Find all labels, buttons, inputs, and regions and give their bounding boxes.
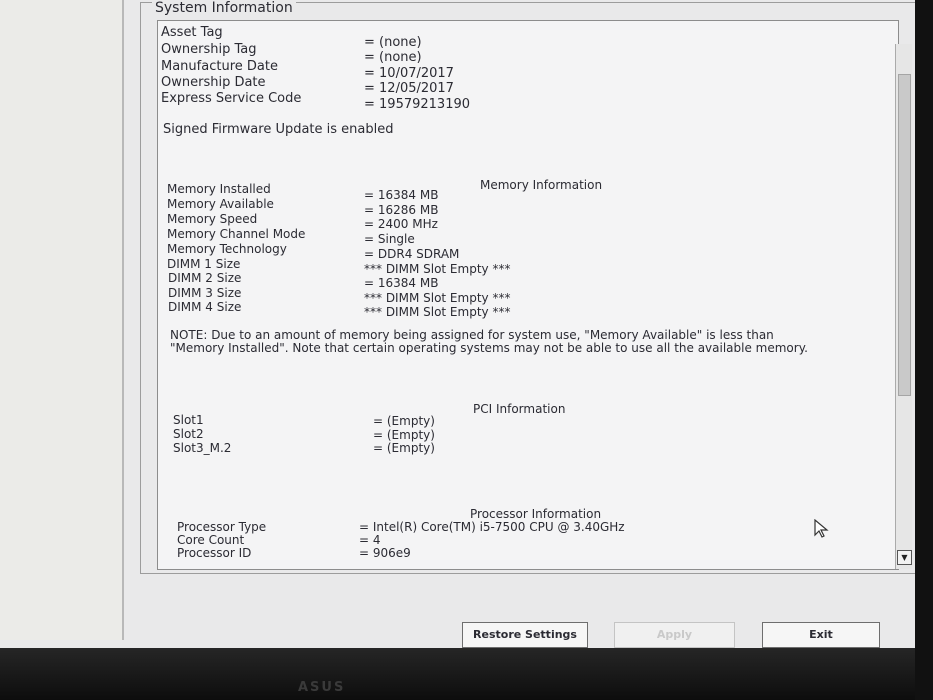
info-value: = 19579213190: [364, 97, 471, 112]
info-value: = (Empty): [373, 441, 435, 455]
info-value: = 16384 MB: [364, 188, 439, 202]
mouse-pointer-icon: [814, 519, 829, 538]
info-value: *** DIMM Slot Empty ***: [364, 305, 511, 319]
info-label: Memory Installed: [167, 182, 271, 196]
info-label: Memory Channel Mode: [167, 227, 306, 241]
info-value: = 906e9: [359, 546, 411, 560]
info-value: = 16384 MB: [364, 276, 439, 290]
signed-firmware-status: Signed Firmware Update is enabled: [163, 122, 394, 137]
exit-button[interactable]: Exit: [762, 622, 880, 648]
group-title: System Information: [152, 0, 296, 16]
info-label: Memory Technology: [167, 242, 287, 256]
info-value: *** DIMM Slot Empty ***: [364, 291, 511, 305]
vertical-scrollbar[interactable]: ▼: [895, 44, 912, 569]
info-value: = 2400 MHz: [364, 217, 438, 231]
pci-section-title: PCI Information: [473, 402, 566, 416]
processor-section-title: Processor Information: [470, 507, 602, 521]
monitor-bezel-right: [915, 0, 933, 700]
info-value: = 12/05/2017: [364, 81, 454, 96]
memory-note: NOTE: Due to an amount of memory being a…: [170, 328, 808, 355]
bios-screen: System Information Asset Tag = (none) Ow…: [0, 0, 931, 672]
info-value: = (Empty): [373, 414, 435, 428]
info-label: Slot3_M.2: [173, 441, 232, 455]
info-label: Express Service Code: [161, 91, 302, 106]
settings-tree-panel: [0, 0, 124, 640]
info-label: Processor ID: [177, 546, 252, 560]
apply-button[interactable]: Apply: [614, 622, 735, 648]
info-label: Processor Type: [177, 520, 267, 534]
info-value: = (Empty): [373, 428, 435, 442]
info-label: Asset Tag: [161, 25, 223, 40]
memory-section-title: Memory Information: [480, 178, 603, 192]
info-label: Ownership Date: [161, 75, 266, 90]
info-value: = Intel(R) Core(TM) i5-7500 CPU @ 3.40GH…: [359, 520, 625, 534]
info-value: = 16286 MB: [364, 203, 439, 217]
bezel-logo: ASUS: [298, 680, 346, 695]
info-label: Ownership Tag: [161, 42, 257, 57]
info-label: DIMM 3 Size: [168, 286, 242, 300]
info-value: = (none): [364, 50, 422, 65]
info-value: = 10/07/2017: [364, 66, 454, 81]
info-label: Slot1: [173, 413, 204, 427]
info-label: Memory Available: [167, 197, 274, 211]
info-label: DIMM 2 Size: [168, 271, 242, 285]
info-label: Manufacture Date: [161, 59, 278, 74]
info-label: DIMM 4 Size: [168, 300, 242, 314]
information-content: Asset Tag = (none) Ownership Tag = (none…: [157, 20, 899, 570]
info-label: Slot2: [173, 427, 204, 441]
info-label: Memory Speed: [167, 212, 258, 226]
info-value: *** DIMM Slot Empty ***: [364, 262, 511, 276]
restore-settings-button[interactable]: Restore Settings: [462, 622, 588, 648]
scrollbar-thumb[interactable]: [898, 74, 911, 396]
info-value: = DDR4 SDRAM: [364, 247, 460, 261]
scroll-down-arrow-icon[interactable]: ▼: [897, 550, 912, 565]
info-value: = 4: [359, 533, 381, 547]
info-value: = (none): [364, 35, 422, 50]
info-label: DIMM 1 Size: [167, 257, 241, 271]
info-value: = Single: [364, 232, 415, 246]
info-label: Core Count: [177, 533, 245, 547]
monitor-bezel: [0, 648, 933, 700]
